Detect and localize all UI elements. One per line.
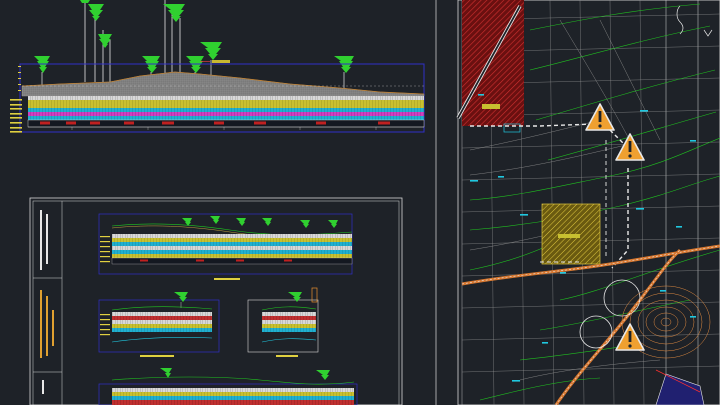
- profile-b: [98, 292, 220, 357]
- cad-drawing: [10, 0, 720, 405]
- top-profile-view: [10, 0, 425, 133]
- site-plan: [456, 0, 720, 405]
- profile-a-caption: [214, 278, 240, 280]
- warning-triangle-icon: [585, 103, 615, 131]
- profile-d: [98, 368, 358, 405]
- station-ticks: [28, 126, 424, 130]
- warning-triangle-icon: [615, 133, 645, 161]
- profile-c: [247, 287, 319, 357]
- area-tag: [558, 234, 580, 238]
- blue-corner-area: [655, 373, 705, 405]
- profile-sheet: [29, 197, 403, 405]
- profile-tag: [212, 60, 230, 63]
- profile-c-caption: [276, 355, 298, 357]
- title-block: [33, 201, 63, 405]
- tree-canopies: [34, 0, 354, 73]
- profile-a: [98, 213, 353, 280]
- north-arrow-icon: [676, 5, 713, 37]
- warning-triangle-icon: [615, 323, 645, 351]
- building-tag: [482, 104, 500, 109]
- profile-b-caption: [140, 355, 174, 357]
